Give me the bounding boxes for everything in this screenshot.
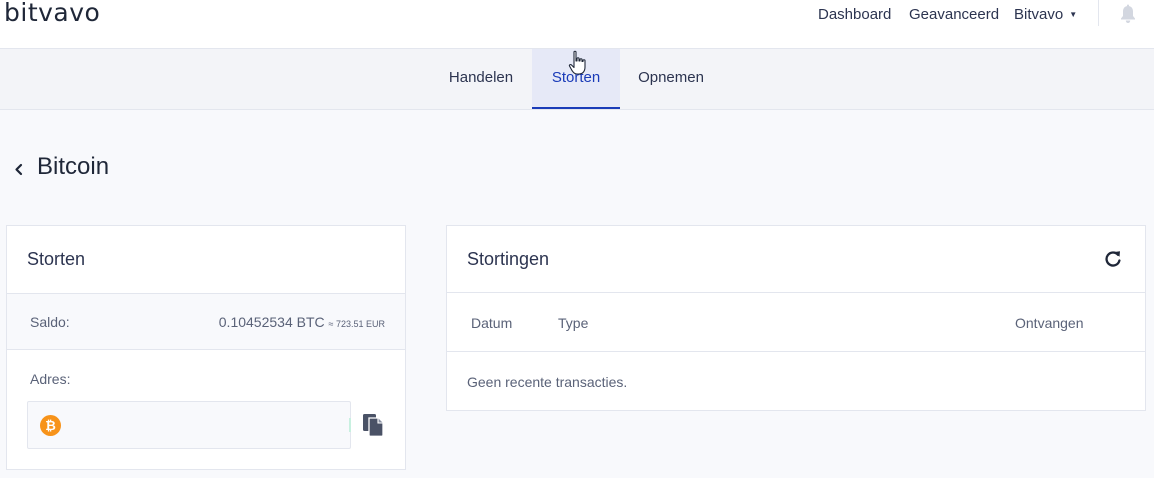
- account-menu-label: Bitvavo: [1014, 6, 1064, 23]
- deposit-card: Storten Saldo: 0.10452534 BTC ≈ 723.51 E…: [6, 225, 406, 470]
- chevron-left-icon[interactable]: [12, 160, 26, 178]
- deposit-card-title: Storten: [27, 249, 86, 269]
- copy-icon[interactable]: [362, 413, 384, 437]
- bell-icon[interactable]: [1119, 4, 1137, 24]
- balance-label: Saldo:: [30, 314, 70, 330]
- refresh-icon[interactable]: [1103, 249, 1123, 269]
- hand-cursor-icon: [568, 50, 586, 75]
- empty-state-text: Geen recente transacties.: [467, 374, 628, 390]
- balance-row: Saldo: 0.10452534 BTC ≈ 723.51 EUR: [7, 293, 405, 350]
- bitvavo-logo[interactable]: bitvavo: [4, 0, 100, 27]
- divider: [1098, 0, 1099, 26]
- column-header-type: Type: [558, 315, 589, 331]
- bitcoin-icon: ₿: [40, 415, 61, 436]
- account-menu[interactable]: Bitvavo ▼: [1014, 6, 1077, 23]
- address-label: Adres:: [30, 371, 71, 387]
- deposits-history-card: Stortingen Datum Type Ontvangen Geen rec…: [446, 225, 1146, 411]
- tab-handelen[interactable]: Handelen: [442, 49, 520, 109]
- balance-value: 0.10452534 BTC ≈ 723.51 EUR: [219, 314, 385, 330]
- column-header-date: Datum: [471, 315, 513, 331]
- balance-eur: ≈ 723.51 EUR: [328, 319, 385, 329]
- balance-btc: 0.10452534 BTC: [218, 314, 325, 330]
- top-bar: bitvavo Dashboard Geavanceerd Bitvavo ▼: [0, 0, 1154, 49]
- address-field-edge: [349, 418, 351, 432]
- divider: [447, 351, 1145, 352]
- history-card-title: Stortingen: [467, 249, 550, 269]
- address-field[interactable]: ₿: [27, 401, 351, 449]
- tab-opnemen[interactable]: Opnemen: [632, 49, 710, 109]
- page-title: Bitcoin: [37, 153, 110, 180]
- caret-down-icon: ▼: [1069, 10, 1078, 19]
- column-header-received: Ontvangen: [1015, 315, 1084, 331]
- divider: [447, 292, 1145, 293]
- nav-advanced-link[interactable]: Geavanceerd: [909, 6, 999, 23]
- nav-dashboard-link[interactable]: Dashboard: [818, 6, 891, 23]
